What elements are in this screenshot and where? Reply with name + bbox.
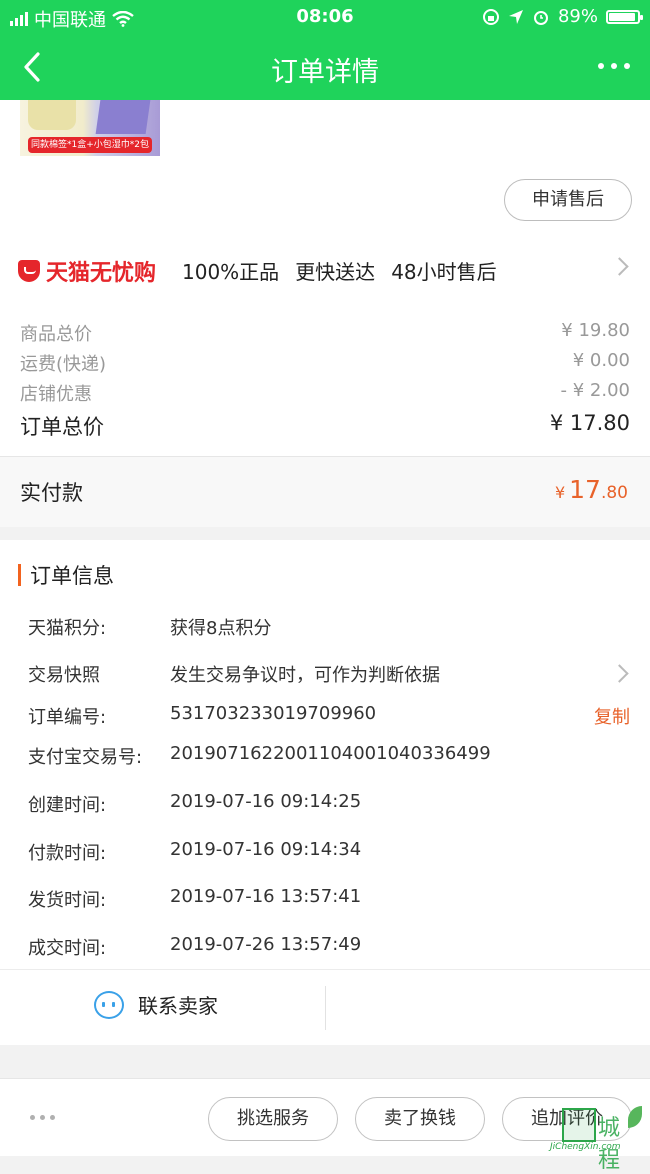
- info-key: 成交时间:: [28, 938, 107, 959]
- info-value: 获得8点积分: [170, 618, 272, 639]
- product-card: 同款棉签*1盒+小包湿巾*2包 申请售后: [0, 100, 650, 230]
- tmall-guarantee-logo: 天猫无忧购: [18, 255, 156, 287]
- more-dot-icon: [598, 63, 604, 69]
- alarm-icon: [533, 10, 548, 25]
- actual-paid-amount: ¥ 17 .80: [555, 475, 628, 504]
- currency-symbol: ¥: [554, 483, 566, 502]
- watermark-domain: JiChengXin.com: [550, 1142, 621, 1152]
- info-value: 2019071622001104001040336499: [170, 743, 491, 764]
- price-value: ¥ 19.80: [561, 320, 630, 341]
- more-options-button[interactable]: [598, 56, 630, 76]
- guarantee-brand: 天猫无忧购: [46, 261, 157, 286]
- price-row: 商品总价 ¥ 19.80: [20, 320, 630, 346]
- battery-icon: [606, 9, 643, 24]
- rotation-lock-icon: [482, 8, 499, 25]
- more-dot-icon: [40, 1115, 45, 1120]
- amount-integer: 17: [569, 475, 601, 504]
- actual-paid-label: 实付款: [20, 481, 83, 505]
- sell-for-cash-button[interactable]: 卖了换钱: [355, 1097, 485, 1141]
- info-value: 531703233019709960: [170, 703, 377, 724]
- watermark-logo-icon: [562, 1108, 596, 1142]
- copy-order-number-button[interactable]: 复制: [594, 703, 630, 729]
- info-row-snapshot[interactable]: 交易快照 发生交易争议时，可作为判断依据: [28, 661, 630, 687]
- watermark: 城 程 JiChengXin.com: [532, 1100, 644, 1173]
- order-info-section: 订单信息 天猫积分: 获得8点积分 交易快照 发生交易争议时，可作为判断依据 订…: [0, 540, 650, 1045]
- info-row-shipped-time: 发货时间: 2019-07-16 13:57:41: [28, 886, 630, 912]
- info-key: 创建时间:: [28, 795, 107, 816]
- info-key: 天猫积分:: [28, 618, 107, 639]
- price-value: - ¥ 2.00: [560, 380, 630, 401]
- more-dot-icon: [50, 1115, 55, 1120]
- info-key: 订单编号:: [28, 707, 107, 728]
- info-row-points: 天猫积分: 获得8点积分: [28, 614, 630, 640]
- price-row: 运费(快递) ¥ 0.00: [20, 350, 630, 376]
- battery-percent: 89%: [557, 6, 598, 27]
- info-key: 交易快照: [28, 665, 100, 686]
- more-dot-icon: [611, 63, 617, 69]
- product-image[interactable]: 同款棉签*1盒+小包湿巾*2包: [20, 100, 160, 156]
- info-value: 2019-07-26 13:57:49: [170, 934, 362, 955]
- more-dot-icon: [624, 63, 630, 69]
- info-value: 2019-07-16 13:57:41: [170, 886, 362, 907]
- contact-seller-button[interactable]: 联系卖家: [94, 990, 218, 1019]
- order-info-header: 订单信息: [18, 560, 114, 590]
- order-total-row: 订单总价 ¥ 17.80: [20, 411, 630, 441]
- info-key: 付款时间:: [28, 843, 107, 864]
- apply-after-sale-button[interactable]: 申请售后: [504, 179, 632, 221]
- contact-row: 联系卖家: [0, 969, 650, 1046]
- order-total-label: 订单总价: [20, 415, 104, 439]
- chat-face-icon: [94, 990, 124, 1019]
- chevron-right-icon: [610, 664, 629, 683]
- price-row: 店铺优惠 - ¥ 2.00: [20, 380, 630, 406]
- guarantee-feature: 更快送达: [295, 260, 376, 284]
- page-title: 订单详情: [271, 57, 379, 88]
- info-key: 发货时间:: [28, 890, 107, 911]
- price-label: 店铺优惠: [20, 384, 92, 405]
- tmall-shield-icon: [18, 260, 40, 282]
- info-row-created-time: 创建时间: 2019-07-16 09:14:25: [28, 791, 630, 817]
- select-service-button[interactable]: 挑选服务: [208, 1097, 338, 1141]
- info-value: 2019-07-16 09:14:34: [170, 839, 362, 860]
- location-icon: [508, 9, 523, 24]
- info-key: 支付宝交易号:: [28, 747, 143, 768]
- guarantee-features: 100%正品 更快送达 48小时售后: [182, 256, 497, 285]
- product-bag-image: [95, 100, 151, 134]
- price-label: 运费(快递): [20, 354, 107, 375]
- info-row-completed-time: 成交时间: 2019-07-26 13:57:49: [28, 934, 630, 960]
- nav-bar: 订单详情: [0, 34, 650, 100]
- chevron-right-icon: [610, 257, 629, 276]
- info-value: 发生交易争议时，可作为判断依据: [170, 665, 440, 686]
- guarantee-feature: 100%正品: [182, 260, 280, 284]
- contact-seller-label: 联系卖家: [138, 994, 218, 1018]
- section-accent-bar: [18, 564, 21, 586]
- product-gift-tag: 同款棉签*1盒+小包湿巾*2包: [28, 137, 152, 153]
- more-actions-button[interactable]: [30, 1115, 55, 1120]
- tmall-guarantee-row[interactable]: 天猫无忧购 100%正品 更快送达 48小时售后: [0, 230, 650, 308]
- actual-paid-row: 实付款 ¥ 17 .80: [0, 456, 650, 527]
- price-label: 商品总价: [20, 324, 92, 345]
- price-value: ¥ 0.00: [572, 350, 630, 371]
- price-breakdown: 商品总价 ¥ 19.80 运费(快递) ¥ 0.00 店铺优惠 - ¥ 2.00…: [0, 308, 650, 456]
- info-row-paid-time: 付款时间: 2019-07-16 09:14:34: [28, 839, 630, 865]
- order-total-value: ¥ 17.80: [549, 411, 630, 435]
- amount-decimal: .80: [600, 483, 628, 503]
- divider: [325, 986, 326, 1030]
- product-can-image: [28, 100, 76, 130]
- status-bar: 中国联通 08:06 89%: [0, 0, 650, 34]
- guarantee-feature: 48小时售后: [391, 260, 497, 284]
- info-row-alipay-number: 支付宝交易号: 2019071622001104001040336499: [28, 743, 630, 769]
- more-dot-icon: [30, 1115, 35, 1120]
- info-value: 2019-07-16 09:14:25: [170, 791, 362, 812]
- info-row-order-number: 订单编号: 531703233019709960 复制: [28, 703, 630, 729]
- order-info-title: 订单信息: [30, 564, 114, 588]
